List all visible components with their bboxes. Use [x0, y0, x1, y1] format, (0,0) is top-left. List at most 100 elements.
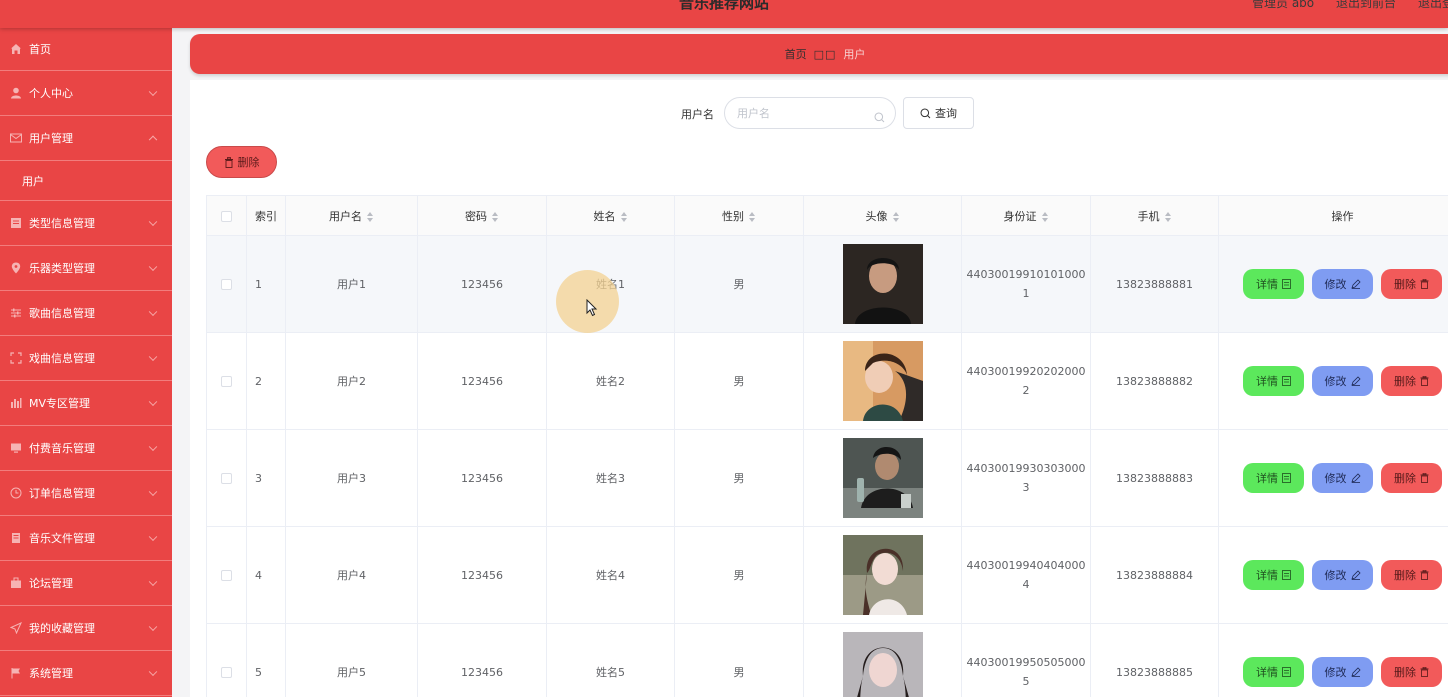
batch-delete-button[interactable]: 删除 [206, 146, 277, 178]
site-title: 音乐推荐网站 [678, 0, 769, 12]
detail-button[interactable]: 详情 [1243, 463, 1304, 493]
sort-icon[interactable] [1164, 211, 1172, 222]
logout-link[interactable]: 退出登录 [1418, 0, 1448, 11]
search-icon [874, 108, 885, 127]
sidebar: 首页 个人中心 用户管理 用户 类型信息管理 乐器类型管理 歌曲信息管理 戏曲信… [0, 28, 172, 697]
sidebar-item-label: 首页 [29, 43, 51, 56]
sidebar-item-label: 系统管理 [29, 667, 73, 680]
edit-button[interactable]: 修改 [1312, 269, 1373, 299]
cell-index: 1 [246, 235, 286, 333]
row-checkbox[interactable] [221, 667, 232, 678]
cell-actions: 详情 修改 删除 [1218, 623, 1448, 697]
edit-button[interactable]: 修改 [1312, 463, 1373, 493]
sidebar-item-user-management[interactable]: 用户管理 [0, 116, 172, 161]
header-name[interactable]: 姓名 [546, 195, 675, 236]
detail-label: 详情 [1256, 569, 1278, 582]
avatar-image[interactable] [842, 341, 923, 421]
header-password[interactable]: 密码 [417, 195, 547, 236]
cell-password: 123456 [417, 235, 547, 333]
breadcrumb-home[interactable]: 首页 [785, 46, 807, 62]
cell-gender: 男 [674, 623, 804, 697]
chevron-down-icon [148, 397, 158, 407]
delete-button[interactable]: 删除 [1381, 560, 1442, 590]
sidebar-item-music-files[interactable]: 音乐文件管理 [0, 516, 172, 561]
sidebar-item-home[interactable]: 首页 [0, 28, 172, 71]
edit-button[interactable]: 修改 [1312, 366, 1373, 396]
frontend-link[interactable]: 退出到前台 [1336, 0, 1396, 11]
sidebar-item-order-info[interactable]: 订单信息管理 [0, 471, 172, 516]
chevron-down-icon [148, 667, 158, 677]
row-checkbox[interactable] [221, 570, 232, 581]
cell-actions: 详情 修改 删除 [1218, 332, 1448, 430]
edit-button[interactable]: 修改 [1312, 560, 1373, 590]
cell-avatar [803, 623, 962, 697]
sidebar-item-forum[interactable]: 论坛管理 [0, 561, 172, 606]
query-button[interactable]: 查询 [903, 97, 974, 129]
edit-icon [1350, 570, 1361, 580]
detail-button[interactable]: 详情 [1243, 560, 1304, 590]
header-phone[interactable]: 手机 [1090, 195, 1219, 236]
header-id-card[interactable]: 身份证 [961, 195, 1091, 236]
sidebar-item-system[interactable]: 系统管理 [0, 651, 172, 696]
delete-button[interactable]: 删除 [1381, 269, 1442, 299]
avatar-image[interactable] [842, 632, 923, 697]
row-checkbox[interactable] [221, 279, 232, 290]
cell-password: 123456 [417, 526, 547, 624]
sidebar-item-instrument-type[interactable]: 乐器类型管理 [0, 246, 172, 291]
id-card-line: 1 [1022, 287, 1030, 300]
id-card-line: 44030019920202000 [966, 365, 1086, 378]
header-label: 手机 [1137, 209, 1160, 223]
header-avatar[interactable]: 头像 [803, 195, 962, 236]
main-panel: 用户名 查询 删除 索引 用户名 密码 姓名 性别 头像 身份证 手机 [190, 80, 1448, 697]
cell-avatar [803, 332, 962, 430]
sidebar-item-type-info[interactable]: 类型信息管理 [0, 201, 172, 246]
header-gender[interactable]: 性别 [674, 195, 804, 236]
id-card-line: 44030019930303000 [966, 462, 1086, 475]
sort-icon[interactable] [620, 211, 628, 222]
trash-icon [1420, 376, 1429, 386]
sidebar-subitem-users[interactable]: 用户 [0, 161, 172, 201]
sort-icon[interactable] [1041, 211, 1049, 222]
table-row: 3 用户3 123456 姓名3 男 44030019930303000 3 13… [206, 429, 1448, 527]
header-select-all[interactable] [206, 195, 247, 236]
sort-icon[interactable] [749, 211, 756, 222]
sidebar-item-label: MV专区管理 [29, 397, 91, 410]
detail-button[interactable]: 详情 [1243, 269, 1304, 299]
delete-button[interactable]: 删除 [1381, 657, 1442, 687]
chevron-down-icon [148, 487, 158, 497]
detail-button[interactable]: 详情 [1243, 657, 1304, 687]
avatar-image[interactable] [842, 438, 923, 518]
sort-icon[interactable] [367, 211, 374, 222]
edit-button[interactable]: 修改 [1312, 657, 1373, 687]
sidebar-item-favorites[interactable]: 我的收藏管理 [0, 606, 172, 651]
search-label: 用户名 [681, 108, 714, 121]
cell-index: 4 [246, 526, 286, 624]
delete-label: 删除 [1394, 569, 1416, 582]
sidebar-item-song-info[interactable]: 歌曲信息管理 [0, 291, 172, 336]
id-card-line: 3 [1022, 481, 1030, 494]
sidebar-item-mv-zone[interactable]: MV专区管理 [0, 381, 172, 426]
sidebar-item-opera-info[interactable]: 戏曲信息管理 [0, 336, 172, 381]
detail-button[interactable]: 详情 [1243, 366, 1304, 396]
trash-icon [1420, 473, 1429, 483]
sidebar-item-paid-music[interactable]: 付费音乐管理 [0, 426, 172, 471]
avatar-image[interactable] [842, 535, 923, 615]
sort-icon[interactable] [892, 211, 900, 222]
delete-button[interactable]: 删除 [1381, 366, 1442, 396]
select-all-checkbox[interactable] [221, 210, 232, 222]
sort-icon[interactable] [492, 211, 499, 222]
chevron-down-icon [148, 217, 158, 227]
edit-label: 修改 [1324, 472, 1347, 485]
row-checkbox[interactable] [221, 376, 232, 387]
avatar-image[interactable] [842, 244, 923, 324]
row-checkbox[interactable] [221, 473, 232, 484]
sidebar-item-label: 类型信息管理 [29, 217, 95, 230]
sidebar-item-personal-center[interactable]: 个人中心 [0, 71, 172, 116]
delete-button[interactable]: 删除 [1381, 463, 1442, 493]
cell-index: 3 [246, 429, 286, 527]
sidebar-item-label: 音乐文件管理 [29, 532, 95, 545]
username-search-input[interactable] [725, 98, 865, 128]
header-username[interactable]: 用户名 [285, 195, 418, 236]
suitcase-icon [10, 577, 22, 589]
header-label: 用户名 [329, 209, 362, 223]
